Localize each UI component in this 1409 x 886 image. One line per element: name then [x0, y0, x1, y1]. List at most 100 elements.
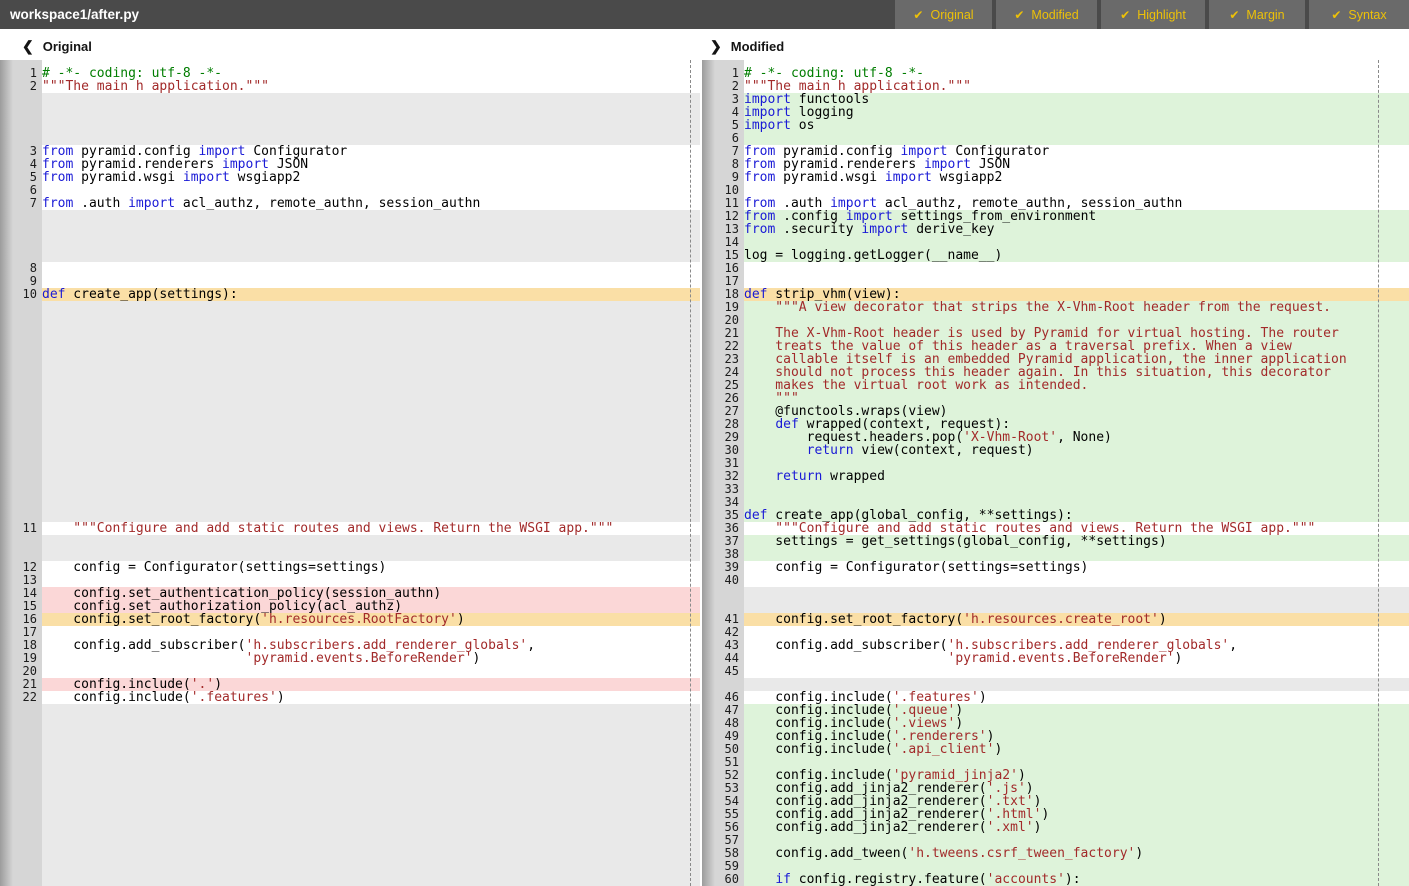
code-line[interactable]: request.headers.pop('X-Vhm-Root', None) [744, 431, 1409, 444]
code-line[interactable] [42, 782, 700, 795]
code-line[interactable]: """Configure and add static routes and v… [42, 522, 700, 535]
code-line[interactable]: """A view decorator that strips the X-Vh… [744, 301, 1409, 314]
code-line[interactable] [744, 132, 1409, 145]
code-line[interactable]: log = logging.getLogger(__name__) [744, 249, 1409, 262]
code-line[interactable] [42, 847, 700, 860]
code-line[interactable] [42, 574, 700, 587]
code-line[interactable]: import functools [744, 93, 1409, 106]
code-line[interactable] [42, 769, 700, 782]
code-line[interactable] [744, 457, 1409, 470]
code-line[interactable] [42, 405, 700, 418]
code-line[interactable] [744, 483, 1409, 496]
code-line[interactable]: config.set_root_factory('h.resources.Roo… [42, 613, 700, 626]
code-line[interactable] [42, 262, 700, 275]
code-line[interactable]: 'pyramid.events.BeforeRender') [42, 652, 700, 665]
toggle-highlight-button[interactable]: ✔ Highlight [1101, 0, 1205, 29]
code-line[interactable]: from pyramid.renderers import JSON [42, 158, 700, 171]
code-line[interactable]: config.add_jinja2_renderer('.txt') [744, 795, 1409, 808]
modified-editor[interactable]: 1# -*- coding: utf-8 -*-2"""The main h a… [702, 60, 1409, 886]
code-line[interactable] [42, 444, 700, 457]
code-line[interactable]: config.include('.') [42, 678, 700, 691]
code-line[interactable] [42, 821, 700, 834]
code-line[interactable] [42, 873, 700, 886]
code-line[interactable] [744, 262, 1409, 275]
code-line[interactable] [42, 223, 700, 236]
code-line[interactable] [42, 392, 700, 405]
code-line[interactable]: config.set_authorization_policy(acl_auth… [42, 600, 700, 613]
toggle-syntax-button[interactable]: ✔ Syntax [1309, 0, 1409, 29]
code-line[interactable]: from pyramid.renderers import JSON [744, 158, 1409, 171]
code-line[interactable]: config = Configurator(settings=settings) [42, 561, 700, 574]
code-line[interactable]: callable itself is an embedded Pyramid a… [744, 353, 1409, 366]
code-line[interactable]: # -*- coding: utf-8 -*- [42, 67, 700, 80]
code-line[interactable]: from pyramid.wsgi import wsgiapp2 [42, 171, 700, 184]
code-line[interactable]: def strip_vhm(view): [744, 288, 1409, 301]
code-line[interactable] [42, 730, 700, 743]
code-line[interactable] [42, 379, 700, 392]
toggle-modified-button[interactable]: ✔ Modified [996, 0, 1097, 29]
code-line[interactable]: """The main h application.""" [744, 80, 1409, 93]
code-line[interactable] [42, 795, 700, 808]
code-line[interactable]: config.set_authentication_policy(session… [42, 587, 700, 600]
code-line[interactable]: config.include('.features') [744, 691, 1409, 704]
code-line[interactable] [42, 496, 700, 509]
code-line[interactable] [744, 665, 1409, 678]
code-line[interactable] [744, 314, 1409, 327]
code-line[interactable]: The X-Vhm-Root header is used by Pyramid… [744, 327, 1409, 340]
toggle-original-button[interactable]: ✔ Original [895, 0, 992, 29]
code-line[interactable] [42, 743, 700, 756]
code-line[interactable]: return wrapped [744, 470, 1409, 483]
code-line[interactable]: def create_app(global_config, **settings… [744, 509, 1409, 522]
code-line[interactable]: """Configure and add static routes and v… [744, 522, 1409, 535]
code-line[interactable]: config.include('pyramid_jinja2') [744, 769, 1409, 782]
code-line[interactable] [42, 457, 700, 470]
code-line[interactable]: from pyramid.config import Configurator [42, 145, 700, 158]
code-line[interactable]: config.add_subscriber('h.subscribers.add… [744, 639, 1409, 652]
code-line[interactable] [42, 340, 700, 353]
code-line[interactable] [42, 704, 700, 717]
code-line[interactable] [42, 236, 700, 249]
code-line[interactable] [744, 626, 1409, 639]
code-line[interactable]: from .config import settings_from_enviro… [744, 210, 1409, 223]
code-line[interactable]: import os [744, 119, 1409, 132]
code-line[interactable] [42, 665, 700, 678]
code-line[interactable] [42, 535, 700, 548]
code-line[interactable] [42, 483, 700, 496]
code-line[interactable] [42, 418, 700, 431]
code-line[interactable] [42, 808, 700, 821]
code-line[interactable] [744, 678, 1409, 691]
code-line[interactable]: if config.registry.feature('accounts'): [744, 873, 1409, 886]
code-line[interactable] [744, 587, 1409, 600]
code-line[interactable] [42, 366, 700, 379]
code-line[interactable]: def wrapped(context, request): [744, 418, 1409, 431]
code-line[interactable] [42, 548, 700, 561]
code-line[interactable] [42, 470, 700, 483]
code-line[interactable] [42, 860, 700, 873]
code-line[interactable]: # -*- coding: utf-8 -*- [744, 67, 1409, 80]
code-line[interactable] [744, 756, 1409, 769]
code-line[interactable] [744, 236, 1409, 249]
code-line[interactable] [42, 717, 700, 730]
code-line[interactable]: config.add_jinja2_renderer('.html') [744, 808, 1409, 821]
code-line[interactable]: config.set_root_factory('h.resources.cre… [744, 613, 1409, 626]
code-line[interactable]: config.add_tween('h.tweens.csrf_tween_fa… [744, 847, 1409, 860]
code-line[interactable]: config.add_subscriber('h.subscribers.add… [42, 639, 700, 652]
code-line[interactable] [744, 834, 1409, 847]
code-line[interactable]: config = Configurator(settings=settings) [744, 561, 1409, 574]
toggle-margin-button[interactable]: ✔ Margin [1209, 0, 1305, 29]
code-line[interactable]: settings = get_settings(global_config, *… [744, 535, 1409, 548]
code-line[interactable]: """ [744, 392, 1409, 405]
code-line[interactable] [42, 314, 700, 327]
code-line[interactable] [42, 834, 700, 847]
code-line[interactable]: config.add_jinja2_renderer('.xml') [744, 821, 1409, 834]
code-line[interactable] [42, 132, 700, 145]
code-line[interactable] [42, 301, 700, 314]
code-line[interactable] [42, 756, 700, 769]
code-line[interactable]: from .auth import acl_authz, remote_auth… [744, 197, 1409, 210]
original-editor[interactable]: 1# -*- coding: utf-8 -*-2"""The main h a… [0, 60, 700, 886]
code-line[interactable] [42, 119, 700, 132]
chevron-right-icon[interactable]: ❯ [710, 38, 722, 55]
code-line[interactable] [42, 626, 700, 639]
code-line[interactable]: from .auth import acl_authz, remote_auth… [42, 197, 700, 210]
code-line[interactable]: config.include('.queue') [744, 704, 1409, 717]
